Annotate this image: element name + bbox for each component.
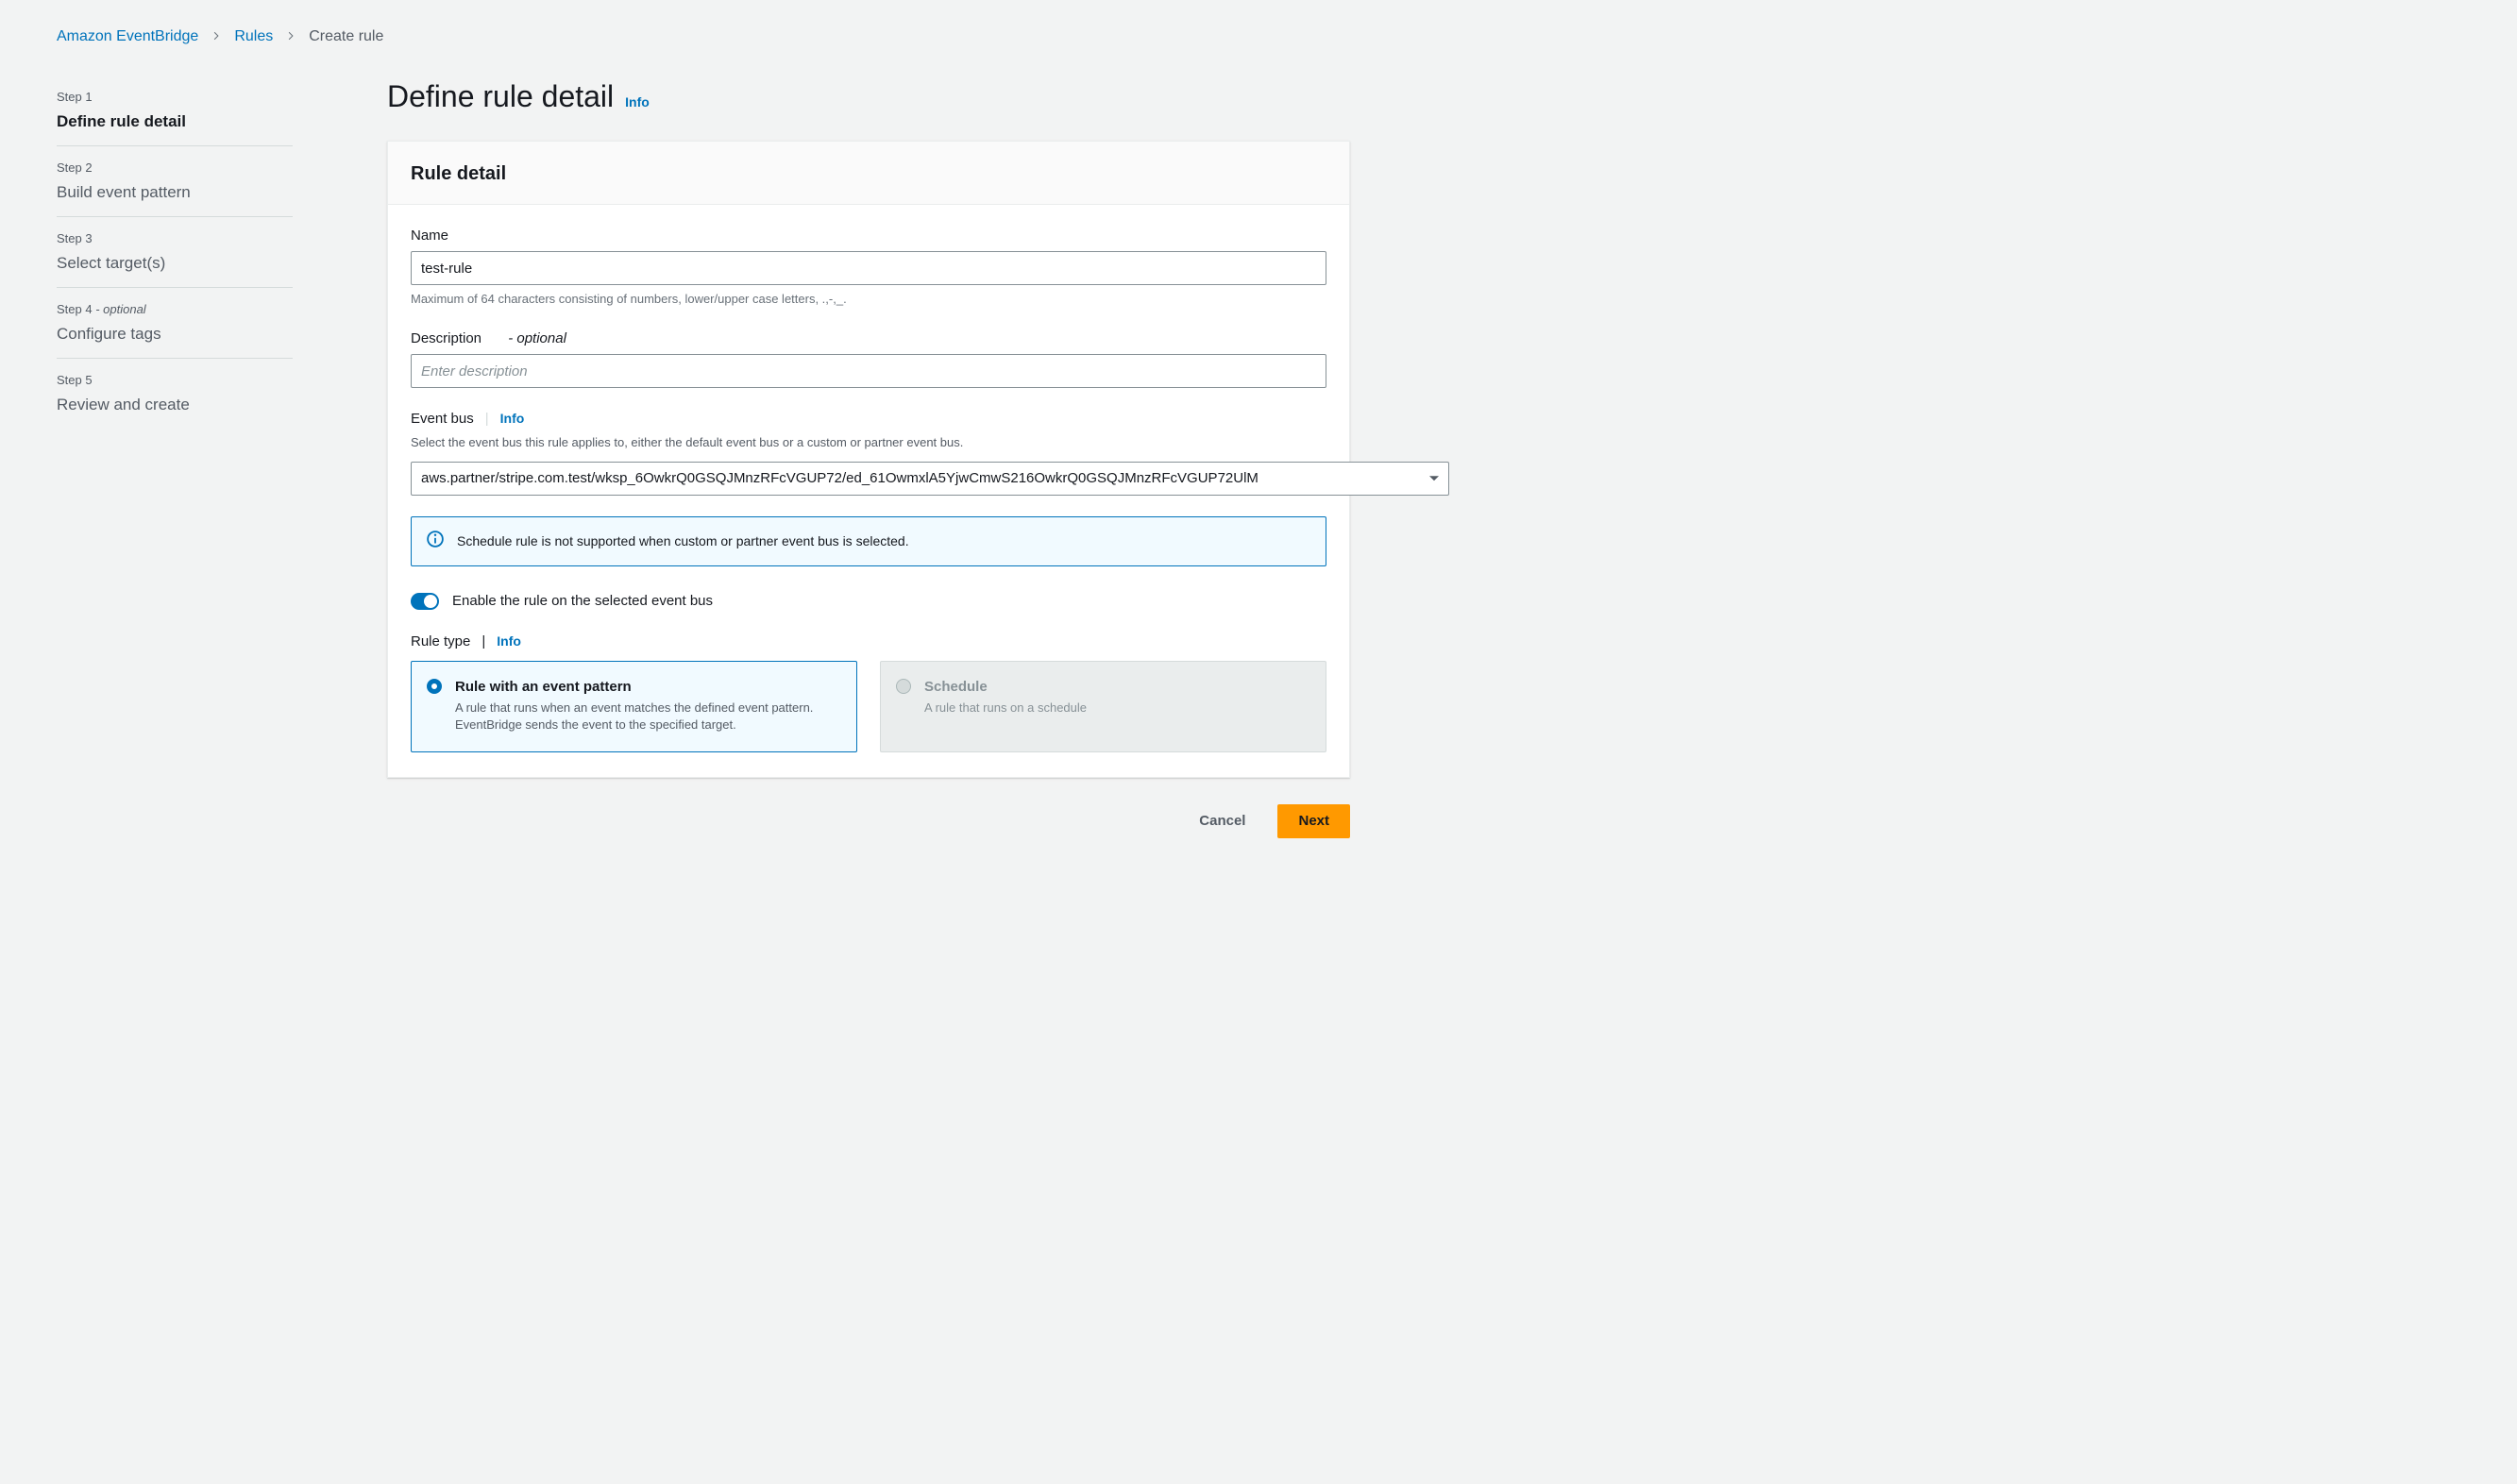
rule-type-options: Rule with an event pattern A rule that r…: [411, 661, 1326, 751]
option-desc: A rule that runs on a schedule: [924, 700, 1309, 717]
rule-type-label-text: Rule type: [411, 632, 470, 651]
chevron-right-icon: [211, 26, 221, 47]
step-3[interactable]: Step 3 Select target(s): [57, 217, 293, 288]
main-content: Define rule detail Info Rule detail Name…: [387, 76, 1350, 837]
breadcrumb-rules-link[interactable]: Rules: [234, 26, 273, 47]
page-info-link[interactable]: Info: [625, 93, 650, 112]
form-footer: Cancel Next: [387, 804, 1350, 838]
step-2[interactable]: Step 2 Build event pattern: [57, 146, 293, 217]
description-input[interactable]: [411, 354, 1326, 388]
rule-type-schedule: Schedule A rule that runs on a schedule: [880, 661, 1326, 751]
page-title: Define rule detail: [387, 76, 614, 118]
breadcrumb-current: Create rule: [309, 26, 383, 47]
event-bus-desc: Select the event bus this rule applies t…: [411, 434, 1326, 451]
event-bus-select[interactable]: aws.partner/stripe.com.test/wksp_6OwkrQ0…: [411, 462, 1449, 496]
name-label: Name: [411, 226, 1326, 245]
label-divider: |: [485, 409, 489, 429]
rule-type-info-link[interactable]: Info: [497, 632, 521, 651]
step-num-text: Step 4: [57, 302, 93, 316]
step-title: Select target(s): [57, 252, 293, 275]
panel-header: Rule detail: [388, 142, 1349, 205]
name-input[interactable]: [411, 251, 1326, 285]
rule-detail-panel: Rule detail Name Maximum of 64 character…: [387, 141, 1350, 777]
enable-rule-toggle[interactable]: [411, 593, 439, 610]
enable-rule-row: Enable the rule on the selected event bu…: [411, 591, 1326, 611]
step-number: Step 3: [57, 230, 293, 247]
step-number: Step 5: [57, 372, 293, 389]
rule-type-event-pattern[interactable]: Rule with an event pattern A rule that r…: [411, 661, 857, 751]
info-alert: Schedule rule is not supported when cust…: [411, 516, 1326, 567]
step-1[interactable]: Step 1 Define rule detail: [57, 76, 293, 146]
step-number: Step 2: [57, 160, 293, 177]
step-5[interactable]: Step 5 Review and create: [57, 359, 293, 429]
rule-type-label: Rule type | Info: [411, 632, 1326, 651]
event-bus-field-row: Event bus | Info Select the event bus th…: [411, 409, 1326, 495]
step-navigation: Step 1 Define rule detail Step 2 Build e…: [57, 76, 293, 429]
breadcrumb: Amazon EventBridge Rules Create rule: [57, 26, 2460, 47]
description-label-text: Description: [411, 329, 481, 348]
name-field-row: Name Maximum of 64 characters consisting…: [411, 226, 1326, 308]
step-number: Step 1: [57, 89, 293, 106]
name-help: Maximum of 64 characters consisting of n…: [411, 291, 1326, 308]
toggle-knob: [424, 595, 437, 608]
event-bus-label-text: Event bus: [411, 409, 474, 429]
radio-icon: [427, 679, 442, 694]
step-optional-label: - optional: [95, 302, 145, 316]
alert-text: Schedule rule is not supported when cust…: [457, 532, 909, 551]
option-title: Rule with an event pattern: [455, 677, 839, 697]
option-title: Schedule: [924, 677, 1309, 697]
step-title: Review and create: [57, 394, 293, 416]
cancel-button[interactable]: Cancel: [1178, 804, 1266, 838]
description-label: Description - optional: [411, 329, 1326, 348]
event-bus-label: Event bus | Info: [411, 409, 1326, 429]
step-title: Build event pattern: [57, 181, 293, 204]
step-title: Configure tags: [57, 323, 293, 346]
step-number: Step 4 - optional: [57, 301, 293, 318]
next-button[interactable]: Next: [1277, 804, 1350, 838]
schedule-alert-row: Schedule rule is not supported when cust…: [411, 516, 1326, 567]
step-4[interactable]: Step 4 - optional Configure tags: [57, 288, 293, 359]
chevron-right-icon: [286, 26, 296, 47]
breadcrumb-service-link[interactable]: Amazon EventBridge: [57, 26, 198, 47]
enable-rule-label: Enable the rule on the selected event bu…: [452, 591, 713, 611]
panel-title: Rule detail: [411, 160, 1326, 187]
step-title: Define rule detail: [57, 110, 293, 133]
description-optional-suffix: - optional: [508, 329, 566, 348]
option-desc: A rule that runs when an event matches t…: [455, 700, 839, 734]
description-field-row: Description - optional: [411, 329, 1326, 388]
event-bus-info-link[interactable]: Info: [500, 410, 525, 429]
label-divider: |: [481, 632, 485, 651]
info-icon: [427, 531, 444, 553]
radio-icon: [896, 679, 911, 694]
